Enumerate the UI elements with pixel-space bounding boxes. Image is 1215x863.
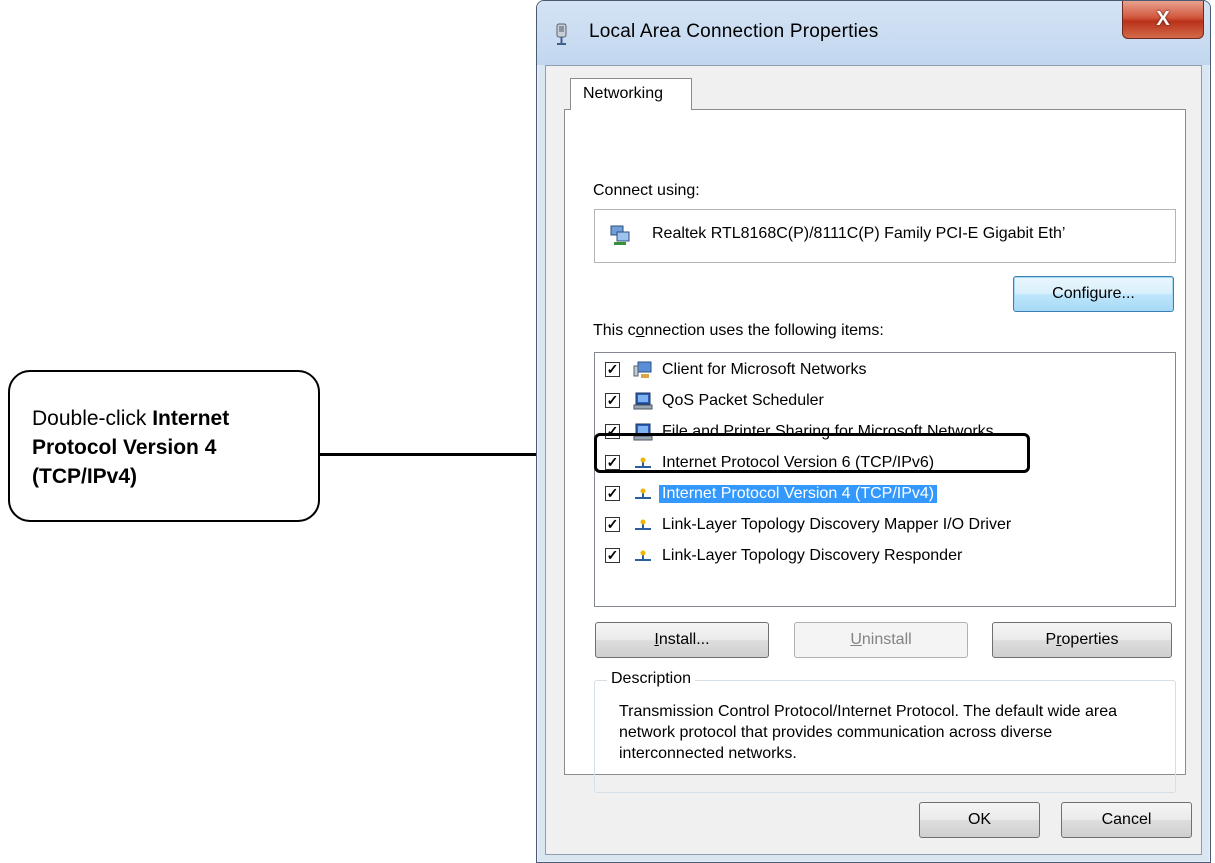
item-checkbox[interactable]: ✓ bbox=[605, 548, 620, 563]
properties-dialog: Local Area Connection Properties X Netwo… bbox=[536, 0, 1211, 863]
computer-service-icon bbox=[633, 391, 653, 411]
item-label: Internet Protocol Version 4 (TCP/IPv4) bbox=[659, 485, 938, 503]
tab-networking[interactable]: Networking bbox=[570, 78, 692, 110]
item-checkbox[interactable]: ✓ bbox=[605, 362, 620, 377]
item-label: Client for Microsoft Networks bbox=[662, 361, 867, 378]
uninstall-label: ninstall bbox=[861, 631, 912, 648]
list-item[interactable]: ✓ Link-Layer Topology Discovery Responde… bbox=[605, 545, 1165, 569]
network-adapter-icon bbox=[551, 23, 573, 47]
network-adapter-icon bbox=[609, 224, 631, 246]
properties-label-start: P bbox=[1045, 631, 1057, 648]
properties-label: operties bbox=[1061, 631, 1119, 648]
items-label-text-end: nnection uses the following items: bbox=[644, 322, 884, 339]
tab-label: Networking bbox=[583, 85, 664, 102]
cancel-button[interactable]: Cancel bbox=[1061, 802, 1192, 838]
uninstall-button[interactable]: Uninstall bbox=[794, 622, 968, 658]
title-bar[interactable]: Local Area Connection Properties X bbox=[537, 1, 1210, 65]
properties-button[interactable]: Properties bbox=[992, 622, 1172, 658]
description-title: Description bbox=[607, 670, 696, 688]
configure-button[interactable]: Configure... bbox=[1013, 276, 1174, 312]
items-label-accelerator: o bbox=[635, 322, 645, 339]
network-client-icon bbox=[633, 360, 653, 380]
adapter-name: Realtek RTL8168C(P)/8111C(P) Family PCI-… bbox=[652, 225, 1066, 242]
protocol-icon bbox=[633, 484, 653, 504]
item-label: Link-Layer Topology Discovery Mapper I/O… bbox=[662, 516, 1012, 533]
item-checkbox[interactable]: ✓ bbox=[605, 486, 620, 501]
install-button[interactable]: Install... bbox=[595, 622, 769, 658]
close-icon: X bbox=[1156, 8, 1170, 30]
protocol-icon bbox=[633, 546, 653, 566]
instruction-callout: Double-click Internet Protocol Version 4… bbox=[8, 370, 320, 522]
callout-prefix: Double-click bbox=[32, 407, 153, 430]
adapter-field[interactable]: Realtek RTL8168C(P)/8111C(P) Family PCI-… bbox=[594, 209, 1176, 263]
items-label: This connection uses the following items… bbox=[593, 322, 884, 340]
ok-button[interactable]: OK bbox=[919, 802, 1040, 838]
install-label: nstall... bbox=[658, 631, 710, 648]
list-item[interactable]: ✓ Link-Layer Topology Discovery Mapper I… bbox=[605, 514, 1165, 538]
protocol-icon bbox=[633, 515, 653, 535]
connect-using-label: Connect using: bbox=[593, 182, 700, 199]
highlight-frame bbox=[594, 433, 1030, 473]
description-text: Transmission Control Protocol/Internet P… bbox=[619, 703, 1118, 762]
items-label-text: This c bbox=[593, 322, 636, 339]
item-label: QoS Packet Scheduler bbox=[662, 392, 824, 409]
list-item[interactable]: ✓ Client for Microsoft Networks bbox=[605, 359, 1165, 383]
close-button[interactable]: X bbox=[1122, 1, 1204, 39]
item-checkbox[interactable]: ✓ bbox=[605, 517, 620, 532]
list-item-selected[interactable]: ✓ Internet Protocol Version 4 (TCP/IPv4) bbox=[605, 483, 1165, 507]
items-list[interactable]: ✓ Client for Microsoft Networks ✓ QoS Pa… bbox=[594, 352, 1176, 607]
window-title: Local Area Connection Properties bbox=[589, 21, 879, 42]
description-group: Description Transmission Control Protoco… bbox=[594, 670, 1176, 793]
item-label: Link-Layer Topology Discovery Responder bbox=[662, 547, 963, 564]
list-item[interactable]: ✓ QoS Packet Scheduler bbox=[605, 390, 1165, 414]
item-checkbox[interactable]: ✓ bbox=[605, 393, 620, 408]
uninstall-accelerator: U bbox=[850, 631, 862, 648]
